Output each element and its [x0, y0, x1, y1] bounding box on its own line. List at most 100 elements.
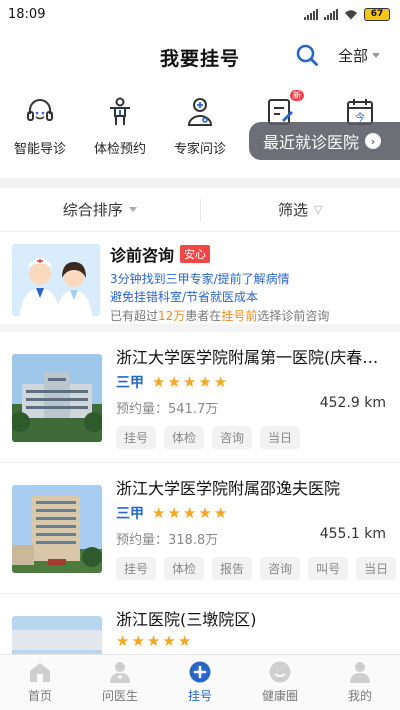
- star-icon: ★: [182, 503, 197, 522]
- star-icon: ★: [131, 632, 145, 650]
- rating-stars: ★ ★ ★ ★ ★: [152, 372, 228, 391]
- star-icon: ★: [213, 503, 228, 522]
- quick-entry-label: 专家问诊: [173, 142, 226, 157]
- nav-label: 挂号: [187, 689, 212, 703]
- consult-benefit-2: 避免挂错科室/节省就医成本: [110, 290, 259, 304]
- service-tags: 挂号 体检 报告 咨询 叫号 当日: [116, 557, 397, 580]
- star-icon: ★: [152, 372, 166, 391]
- service-tag[interactable]: 咨询: [260, 557, 301, 580]
- city-label: 全部: [338, 47, 369, 65]
- nav-ask-doctor[interactable]: 问医生: [80, 655, 160, 710]
- nav-health-circle[interactable]: 健康圈: [240, 655, 320, 710]
- service-tag[interactable]: 报告: [212, 557, 253, 580]
- service-tag[interactable]: 体检: [164, 426, 205, 449]
- quick-entry-expert[interactable]: 专家问诊: [165, 94, 235, 157]
- person-icon: [102, 94, 138, 130]
- filter-button[interactable]: 筛选 ▽: [201, 199, 400, 220]
- headset-icon: [22, 94, 58, 130]
- chevron-down-icon: [128, 207, 137, 212]
- star-icon: ★: [167, 372, 181, 391]
- hospital-name: 浙江大学医学院附属第一医院(庆春院区): [116, 348, 388, 367]
- quick-entry-label: 体检预约: [93, 142, 146, 157]
- search-icon[interactable]: [295, 43, 319, 67]
- star-icon: ★: [182, 372, 197, 391]
- filter-label: 筛选: [278, 201, 309, 219]
- star-icon: ★: [152, 503, 166, 522]
- city-selector[interactable]: 全部: [338, 45, 381, 66]
- nav-home[interactable]: 首页: [0, 655, 80, 710]
- quick-entries: 智能导诊 体检预约 专家问诊 新 今 最近就诊医院 ›: [0, 86, 400, 178]
- hospital-distance: 455.1 km: [319, 526, 386, 542]
- note-text: 已有超过: [110, 309, 159, 323]
- note-text: 选择诊前咨询: [257, 309, 330, 323]
- recent-hospital-button[interactable]: 最近就诊医院 ›: [249, 122, 400, 160]
- hospital-rank-row: 三甲 ★ ★ ★ ★ ★: [116, 372, 227, 392]
- doctor-stethoscope-icon: [182, 94, 218, 130]
- sort-dropdown[interactable]: 综合排序: [0, 199, 200, 220]
- service-tag[interactable]: 挂号: [116, 426, 157, 449]
- service-tag[interactable]: 挂号: [116, 557, 157, 580]
- quick-entry-label: 智能导诊: [13, 142, 66, 157]
- quick-entry-smart-guide[interactable]: 智能导诊: [5, 94, 75, 157]
- hospital-name: 浙江医院(三墩院区): [116, 610, 257, 629]
- status-time: 18:09: [8, 6, 46, 22]
- nav-registration[interactable]: 挂号: [160, 655, 240, 710]
- service-tag[interactable]: 咨询: [212, 426, 253, 449]
- hospital-distance: 452.9 km: [319, 395, 386, 411]
- doctor-icon: [110, 662, 130, 683]
- consult-benefit-1: 3分钟找到三甲专家/提前了解病情: [110, 272, 290, 286]
- note-highlight: 挂号前: [221, 309, 258, 323]
- chevron-right-icon: ›: [365, 133, 382, 149]
- consult-title-row: 诊前咨询 安心: [110, 242, 211, 266]
- star-icon: ★: [213, 372, 228, 391]
- nav-label: 我的: [347, 689, 372, 703]
- page-title: 我要挂号: [159, 47, 240, 70]
- hospital-rank-row: 三甲 ★ ★ ★ ★ ★: [116, 503, 227, 523]
- nav-profile[interactable]: 我的: [320, 655, 400, 710]
- sort-label: 综合排序: [62, 201, 123, 219]
- status-icons: 67: [304, 7, 390, 21]
- consult-tag: 安心: [180, 245, 211, 263]
- service-tag[interactable]: 体检: [164, 557, 205, 580]
- header: 我要挂号 全部: [0, 28, 400, 86]
- signal-icon: [304, 8, 318, 20]
- plus-circle-icon: [189, 661, 211, 683]
- hospital-card[interactable]: 浙江大学医学院附属第一医院(庆春院区) 三甲 ★ ★ ★ ★ ★ 预约量：541.7万 …: [0, 332, 400, 463]
- hospital-level: 三甲: [116, 375, 144, 391]
- new-badge: 新: [290, 90, 304, 101]
- signal-icon-2: [324, 8, 338, 20]
- battery-icon: 67: [364, 7, 390, 21]
- rating-stars: ★ ★ ★ ★ ★: [116, 634, 191, 649]
- star-icon: ★: [177, 632, 192, 650]
- sort-filter-bar: 综合排序 筛选 ▽: [0, 188, 400, 232]
- service-tags: 挂号 体检 咨询 当日: [116, 426, 301, 449]
- hospital-name: 浙江大学医学院附属邵逸夫医院: [116, 479, 341, 498]
- hospital-rank-row: ★ ★ ★ ★ ★: [116, 634, 191, 649]
- nav-label: 健康圈: [261, 689, 298, 703]
- rating-stars: ★ ★ ★ ★ ★: [152, 503, 228, 522]
- service-tag[interactable]: 当日: [260, 426, 301, 449]
- bottom-nav: 首页 问医生 挂号 健康圈 我的: [0, 654, 400, 710]
- star-icon: ★: [116, 632, 130, 650]
- consult-card[interactable]: 诊前咨询 安心 3分钟找到三甲专家/提前了解病情 避免挂错科室/节省就医成本 已…: [0, 232, 400, 332]
- consult-note: 已有超过12万患者在挂号前选择诊前咨询: [110, 307, 329, 324]
- user-icon: [350, 662, 370, 683]
- hospital-volume: 预约量：541.7万: [116, 402, 219, 417]
- filter-icon: ▽: [314, 203, 323, 216]
- section-divider: [0, 178, 400, 188]
- chat-circle-icon: [269, 661, 291, 683]
- nav-label: 首页: [27, 689, 52, 703]
- home-icon: [30, 663, 50, 682]
- nav-label: 问医生: [101, 689, 138, 703]
- hospital-photo: [12, 354, 102, 442]
- service-tag[interactable]: 叫号: [308, 557, 349, 580]
- status-bar: 18:09 67: [0, 0, 400, 28]
- service-tag[interactable]: 当日: [356, 557, 397, 580]
- star-icon: ★: [162, 632, 176, 650]
- hospital-card[interactable]: 浙江大学医学院附属邵逸夫医院 三甲 ★ ★ ★ ★ ★ 预约量：318.8万 455.1…: [0, 463, 400, 594]
- star-icon: ★: [198, 503, 212, 522]
- hospital-level: 三甲: [116, 506, 144, 522]
- note-text: 患者在: [185, 309, 222, 323]
- quick-entry-checkup[interactable]: 体检预约: [85, 94, 155, 157]
- note-count: 12万: [158, 309, 186, 323]
